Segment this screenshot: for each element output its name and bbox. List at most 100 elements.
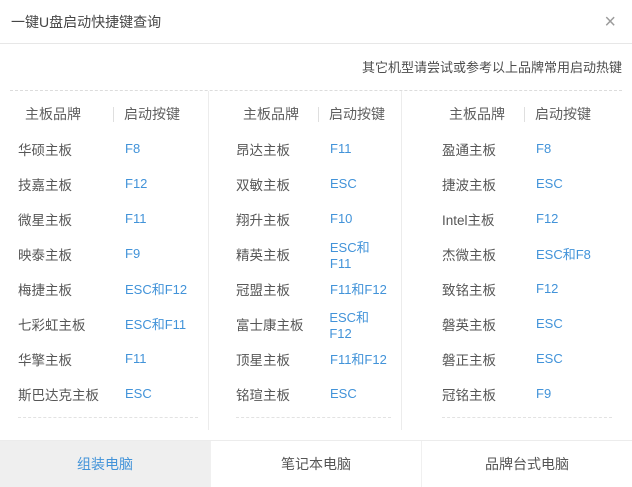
table-row: 双敏主板 ESC <box>236 166 391 201</box>
brand-name: 斯巴达克主板 <box>18 387 99 403</box>
close-icon[interactable]: × <box>600 12 620 32</box>
table-row: 顶星主板 F11和F12 <box>236 341 391 376</box>
tab-label: 组装电脑 <box>77 456 133 472</box>
tab-label: 笔记本电脑 <box>281 456 351 472</box>
brand-column-header: 主板品牌 <box>243 106 299 122</box>
brand-name: 华擎主板 <box>18 352 72 368</box>
boot-key: F12 <box>125 176 148 191</box>
column-header-row: 主板品牌 启动按键 <box>18 97 198 131</box>
brand-name: 顶星主板 <box>236 352 290 368</box>
rows-container: 盈通主板 F8 捷波主板 ESC Intel主板 F12 杰微主板 ESC和F8… <box>442 131 612 411</box>
brand-name: 映泰主板 <box>18 247 72 263</box>
brand-name: 双敏主板 <box>236 177 290 193</box>
table-row: 映泰主板 F9 <box>18 236 198 271</box>
table-row: 磐英主板 ESC <box>442 306 612 341</box>
brand-name: 致铭主板 <box>442 282 496 298</box>
boot-key: F8 <box>125 141 141 156</box>
brand-name: 微星主板 <box>18 212 72 228</box>
boot-key: F12 <box>536 211 559 226</box>
boot-key: ESC和F8 <box>536 247 591 262</box>
hint-row: 其它机型请尝试或参考以上品牌常用启动热键 <box>10 60 622 75</box>
boot-key: F9 <box>536 386 552 401</box>
tab-laptop[interactable]: 笔记本电脑 <box>210 441 421 487</box>
column-header-row: 主板品牌 启动按键 <box>236 97 391 131</box>
table-row: 微星主板 F11 <box>18 201 198 236</box>
tab-brand-desktop[interactable]: 品牌台式电脑 <box>421 441 632 487</box>
brand-name: 冠盟主板 <box>236 282 290 298</box>
table-row: 翔升主板 F10 <box>236 201 391 236</box>
boot-key: ESC和F11 <box>329 239 370 271</box>
table-row: 七彩虹主板 ESC和F11 <box>18 306 198 341</box>
brand-column-header: 主板品牌 <box>25 106 81 122</box>
tab-label: 品牌台式电脑 <box>485 456 569 472</box>
table-row: 技嘉主板 F12 <box>18 166 198 201</box>
brand-name: 冠铭主板 <box>442 387 496 403</box>
boot-hotkey-dialog: 一键U盘启动快捷键查询 × 其它机型请尝试或参考以上品牌常用启动热键 主板品牌 … <box>0 0 632 487</box>
boot-key: ESC <box>536 351 563 366</box>
brand-name: 磐正主板 <box>442 352 496 368</box>
brand-name: 盈通主板 <box>442 142 496 158</box>
hotkey-column: 主板品牌 启动按键 盈通主板 F8 捷波主板 ESC Intel主板 F12 杰… <box>402 91 622 430</box>
table-row: 精英主板 ESC和F11 <box>236 236 391 271</box>
boot-key: F9 <box>125 246 141 261</box>
boot-key: ESC <box>536 316 563 331</box>
table-row: 梅捷主板 ESC和F12 <box>18 271 198 306</box>
boot-key: ESC <box>330 176 357 191</box>
table-row: 富士康主板 ESC和F12 <box>236 306 391 341</box>
column-header-row: 主板品牌 启动按键 <box>442 97 612 131</box>
boot-key: ESC <box>125 386 152 401</box>
hotkey-column-inner: 主板品牌 启动按键 昂达主板 F11 双敏主板 ESC 翔升主板 F10 精英主… <box>236 97 391 418</box>
boot-key: F10 <box>330 211 353 226</box>
title-bar: 一键U盘启动快捷键查询 × <box>0 0 632 44</box>
brand-name: 杰微主板 <box>442 247 496 263</box>
brand-name: 精英主板 <box>236 247 290 263</box>
table-row: 盈通主板 F8 <box>442 131 612 166</box>
table-row: 致铭主板 F12 <box>442 271 612 306</box>
table-row: 冠铭主板 F9 <box>442 376 612 411</box>
rows-container: 昂达主板 F11 双敏主板 ESC 翔升主板 F10 精英主板 ESC和F11 … <box>236 131 391 411</box>
dialog-title: 一键U盘启动快捷键查询 <box>11 13 162 30</box>
boot-key: ESC和F12 <box>329 309 370 341</box>
table-row: 华擎主板 F11 <box>18 341 198 376</box>
table-row: Intel主板 F12 <box>442 201 612 236</box>
key-column-header: 启动按键 <box>524 106 591 122</box>
key-column-header: 启动按键 <box>318 106 385 122</box>
table-row: 华硕主板 F8 <box>18 131 198 166</box>
tab-bar: 组装电脑 笔记本电脑 品牌台式电脑 <box>0 440 632 487</box>
boot-key: F11 <box>125 351 147 366</box>
table-row: 昂达主板 F11 <box>236 131 391 166</box>
table-row: 磐正主板 ESC <box>442 341 612 376</box>
hotkey-column-inner: 主板品牌 启动按键 华硕主板 F8 技嘉主板 F12 微星主板 F11 映泰主板… <box>18 97 198 418</box>
table-row: 捷波主板 ESC <box>442 166 612 201</box>
table-row: 杰微主板 ESC和F8 <box>442 236 612 271</box>
brand-name: 捷波主板 <box>442 177 496 193</box>
brand-column-header: 主板品牌 <box>449 106 505 122</box>
brand-name: 技嘉主板 <box>18 177 72 193</box>
brand-name: 磐英主板 <box>442 317 496 333</box>
boot-key: F11 <box>330 141 352 156</box>
brand-name: 梅捷主板 <box>18 282 72 298</box>
boot-key: ESC和F11 <box>125 317 187 332</box>
table-row: 冠盟主板 F11和F12 <box>236 271 391 306</box>
hotkey-column-inner: 主板品牌 启动按键 盈通主板 F8 捷波主板 ESC Intel主板 F12 杰… <box>442 97 612 418</box>
hotkey-table: 主板品牌 启动按键 华硕主板 F8 技嘉主板 F12 微星主板 F11 映泰主板… <box>10 90 622 430</box>
table-row: 铭瑄主板 ESC <box>236 376 391 411</box>
hotkey-column: 主板品牌 启动按键 昂达主板 F11 双敏主板 ESC 翔升主板 F10 精英主… <box>209 91 402 430</box>
rows-container: 华硕主板 F8 技嘉主板 F12 微星主板 F11 映泰主板 F9 梅捷主板 E… <box>18 131 198 411</box>
boot-key: F11和F12 <box>330 352 387 367</box>
boot-key: F11和F12 <box>330 282 387 297</box>
tab-assembled-pc[interactable]: 组装电脑 <box>0 441 210 487</box>
brand-name: 翔升主板 <box>236 212 290 228</box>
brand-name: Intel主板 <box>442 212 495 228</box>
brand-name: 昂达主板 <box>236 142 290 158</box>
boot-key: F8 <box>536 141 552 156</box>
table-row: 斯巴达克主板 ESC <box>18 376 198 411</box>
brand-name: 富士康主板 <box>236 317 304 333</box>
boot-key: F12 <box>536 281 559 296</box>
boot-key: ESC <box>330 386 357 401</box>
key-column-header: 启动按键 <box>113 106 180 122</box>
brand-name: 华硕主板 <box>18 142 72 158</box>
brand-name: 七彩虹主板 <box>18 317 86 333</box>
brand-name: 铭瑄主板 <box>236 387 290 403</box>
hotkey-column: 主板品牌 启动按键 华硕主板 F8 技嘉主板 F12 微星主板 F11 映泰主板… <box>10 91 209 430</box>
